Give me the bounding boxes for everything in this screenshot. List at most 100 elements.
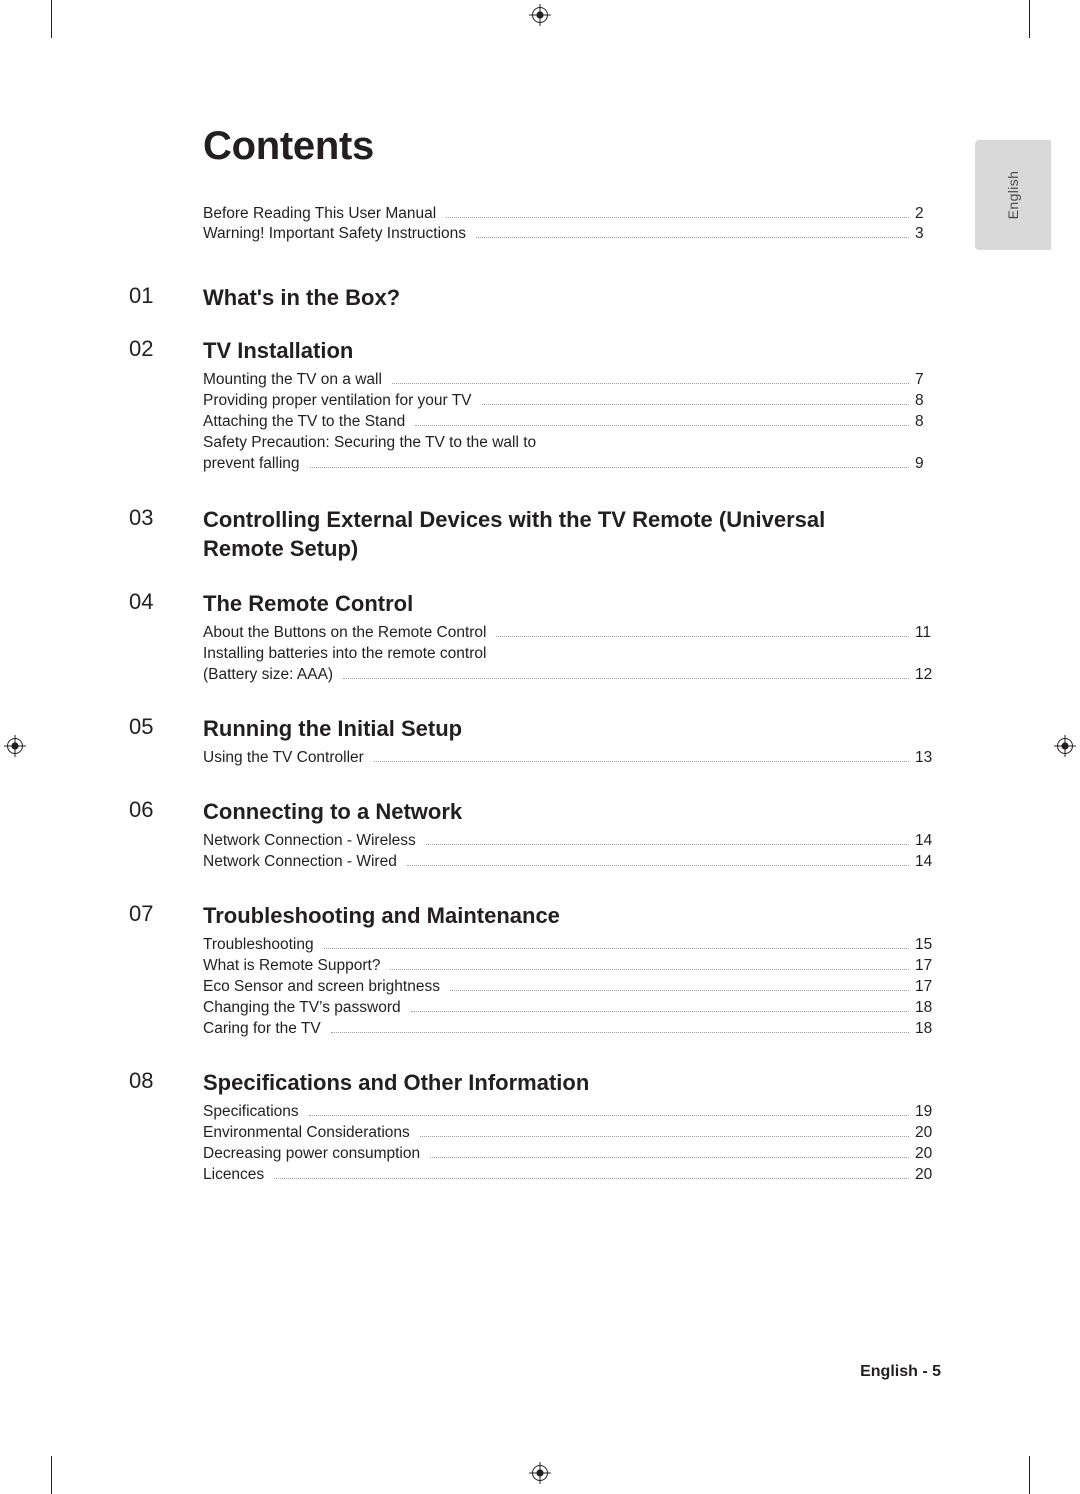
table-of-contents: Before Reading This User Manual 2 Warnin… — [129, 205, 941, 1184]
leader-dots — [446, 216, 909, 218]
chapter-number: 02 — [129, 336, 154, 362]
leader-dots — [390, 968, 909, 971]
toc-row[interactable]: Environmental Considerations 20 — [129, 1124, 941, 1142]
toc-row[interactable]: Warning! Important Safety Instructions 3 — [129, 225, 941, 243]
chapter-heading-02[interactable]: 02 TV Installation — [129, 336, 941, 365]
chapter-heading-07[interactable]: 07 Troubleshooting and Maintenance — [129, 901, 941, 930]
toc-row[interactable]: Using the TV Controller 13 — [129, 749, 941, 767]
toc-row[interactable]: (Battery size: AAA) 12 — [129, 666, 941, 684]
chapter-heading-04[interactable]: 04 The Remote Control — [129, 589, 941, 618]
toc-row-label: Changing the TV’s password — [203, 999, 401, 1017]
toc-row[interactable]: Troubleshooting 15 — [129, 936, 941, 954]
toc-row-page: 19 — [915, 1103, 933, 1121]
toc-row-label: Warning! Important Safety Instructions — [203, 225, 467, 242]
chapter-number: 05 — [129, 714, 154, 740]
chapter-title: What's in the Box? — [203, 285, 401, 310]
toc-row-label: Safety Precaution: Securing the TV to th… — [203, 434, 537, 452]
toc-row-page: 7 — [915, 371, 924, 389]
toc-row[interactable]: Installing batteries into the remote con… — [129, 645, 941, 663]
leader-dots — [546, 446, 909, 447]
toc-row[interactable]: Caring for the TV 18 — [129, 1020, 941, 1038]
toc-row-page: 14 — [915, 832, 933, 850]
chapter-05-entries: Using the TV Controller 13 — [129, 749, 941, 767]
leader-dots — [330, 1031, 909, 1034]
leader-dots — [308, 1114, 909, 1117]
toc-row-label: Providing proper ventilation for your TV — [203, 392, 472, 410]
intro-entries: Before Reading This User Manual 2 Warnin… — [129, 205, 941, 243]
toc-row[interactable]: Eco Sensor and screen brightness 17 — [129, 978, 941, 996]
leader-dots — [309, 466, 909, 469]
chapter-number: 03 — [129, 505, 154, 531]
toc-row[interactable]: Providing proper ventilation for your TV… — [129, 392, 941, 410]
leader-dots — [481, 403, 909, 406]
page-footer: English - 5 — [860, 1363, 941, 1380]
toc-row-page: 11 — [915, 624, 932, 642]
toc-row-label: Network Connection - Wired — [203, 853, 397, 871]
toc-row-page: 2 — [915, 205, 924, 222]
chapter-heading-06[interactable]: 06 Connecting to a Network — [129, 797, 941, 826]
leader-dots — [274, 1177, 909, 1180]
leader-dots — [476, 236, 909, 238]
chapter-number: 06 — [129, 797, 154, 823]
leader-dots — [406, 864, 909, 867]
toc-row[interactable]: What is Remote Support? 17 — [129, 957, 941, 975]
chapter-title: Troubleshooting and Maintenance — [203, 903, 560, 929]
page-title: Contents — [203, 124, 374, 168]
leader-dots — [496, 635, 909, 638]
toc-row[interactable]: Changing the TV’s password 18 — [129, 999, 941, 1017]
toc-row-page: 20 — [915, 1124, 933, 1142]
toc-row[interactable]: Decreasing power consumption 20 — [129, 1145, 941, 1163]
toc-row-page: 20 — [915, 1145, 933, 1163]
leader-dots — [425, 843, 909, 846]
toc-row-page: 12 — [915, 666, 933, 684]
toc-row-page: 15 — [915, 936, 933, 954]
toc-row[interactable]: Licences 20 — [129, 1166, 941, 1184]
toc-row-page: 13 — [915, 749, 933, 767]
chapter-heading-08[interactable]: 08 Specifications and Other Information — [129, 1068, 941, 1097]
chapter-08-entries: Specifications 19 Environmental Consider… — [129, 1103, 941, 1184]
toc-row-label: Environmental Considerations — [203, 1124, 410, 1142]
toc-row-label: Licences — [203, 1166, 265, 1184]
toc-row[interactable]: Attaching the TV to the Stand 8 — [129, 413, 941, 431]
leader-dots — [323, 947, 909, 950]
leader-dots — [449, 989, 909, 992]
toc-row-label: Network Connection - Wireless — [203, 832, 416, 850]
chapter-title: TV Installation — [203, 338, 354, 364]
chapter-heading-01[interactable]: 01 What's in the Box? — [129, 283, 941, 312]
page-content: Contents Before Reading This User Manual… — [0, 0, 1080, 1494]
toc-row-label: Specifications — [203, 1103, 299, 1121]
chapter-title: Controlling External Devices with the TV… — [203, 507, 826, 562]
toc-row[interactable]: Specifications 19 — [129, 1103, 941, 1121]
chapter-number: 07 — [129, 901, 154, 927]
toc-row-page: 18 — [915, 1020, 933, 1038]
toc-row-label: Troubleshooting — [203, 936, 314, 954]
chapter-06-entries: Network Connection - Wireless 14 Network… — [129, 832, 941, 871]
toc-row-label: Before Reading This User Manual — [203, 205, 437, 222]
leader-dots — [496, 657, 909, 658]
leader-dots — [415, 424, 909, 427]
toc-row[interactable]: Network Connection - Wireless 14 — [129, 832, 941, 850]
toc-row-label: About the Buttons on the Remote Control — [203, 624, 487, 642]
toc-row[interactable]: Before Reading This User Manual 2 — [129, 205, 941, 223]
chapter-heading-03[interactable]: 03 Controlling External Devices with the… — [129, 505, 941, 563]
toc-row[interactable]: Safety Precaution: Securing the TV to th… — [129, 434, 941, 452]
toc-row-label: What is Remote Support? — [203, 957, 381, 975]
toc-row-label: Attaching the TV to the Stand — [203, 413, 406, 431]
toc-row[interactable]: Mounting the TV on a wall 7 — [129, 371, 941, 389]
leader-dots — [343, 677, 909, 680]
toc-row[interactable]: Network Connection - Wired 14 — [129, 853, 941, 871]
toc-row[interactable]: prevent falling 9 — [129, 455, 941, 473]
toc-row-label: Eco Sensor and screen brightness — [203, 978, 440, 996]
leader-dots — [419, 1135, 909, 1138]
toc-row-label: Decreasing power consumption — [203, 1145, 421, 1163]
toc-row-label: Using the TV Controller — [203, 749, 364, 767]
leader-dots — [373, 760, 909, 763]
toc-row-page: 9 — [915, 455, 924, 473]
chapter-07-entries: Troubleshooting 15 What is Remote Suppor… — [129, 936, 941, 1038]
chapter-heading-05[interactable]: 05 Running the Initial Setup — [129, 714, 941, 743]
toc-row-page: 20 — [915, 1166, 933, 1184]
toc-row-label: Installing batteries into the remote con… — [203, 645, 487, 663]
chapter-number: 01 — [129, 283, 154, 308]
toc-row[interactable]: About the Buttons on the Remote Control … — [129, 624, 941, 642]
chapter-number: 04 — [129, 589, 154, 615]
